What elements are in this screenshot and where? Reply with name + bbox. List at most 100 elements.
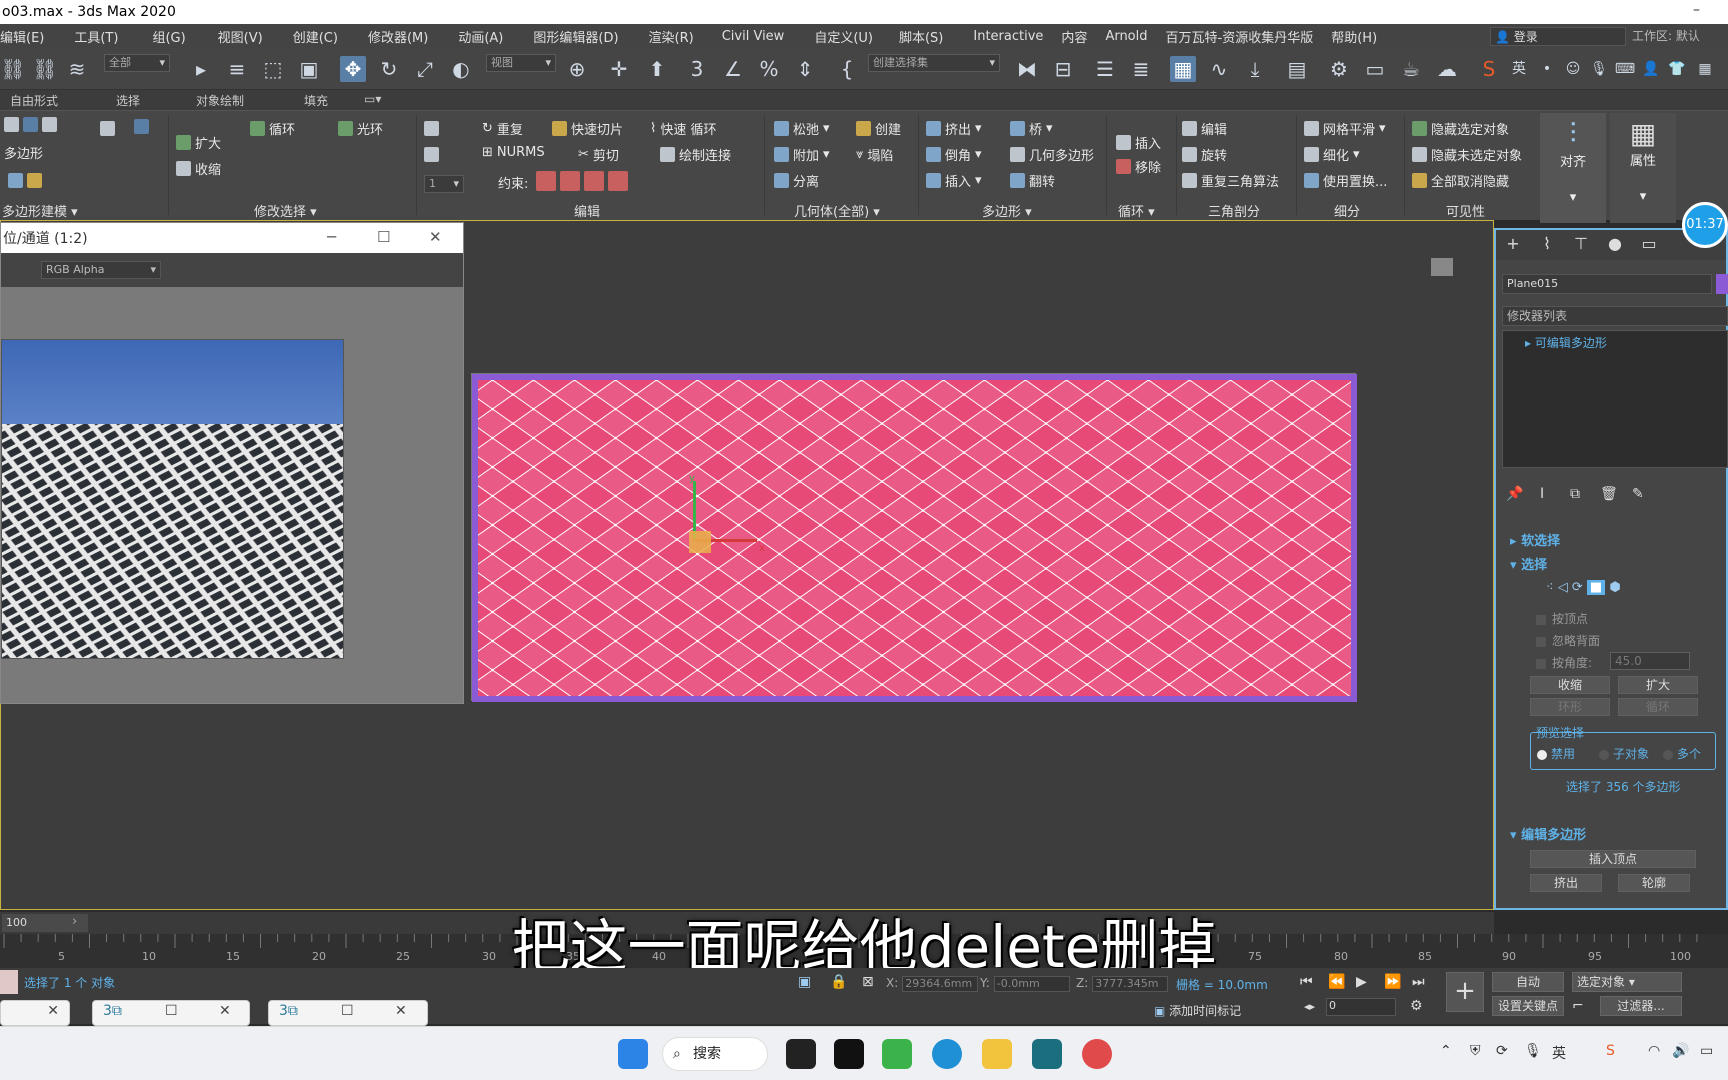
window-crossing-icon[interactable]: ▣ <box>296 56 322 82</box>
window-tab-c[interactable]: 3⧉ ☐ ✕ <box>268 1000 428 1026</box>
shrink-button[interactable]: 收缩 <box>1530 676 1610 694</box>
geopoly-button[interactable]: 几何多边形 <box>1010 145 1094 164</box>
hierarchy-tab-icon[interactable]: ⊤ <box>1568 234 1594 256</box>
tray-mic-icon[interactable]: 🎙 <box>1524 1043 1542 1059</box>
retriangulate-button[interactable]: 重复三角算法 <box>1182 171 1279 190</box>
absolute-mode-icon[interactable]: ⊠ <box>862 974 874 990</box>
meshsmooth-button[interactable]: 网格平滑 ▾ <box>1304 119 1386 138</box>
outline-button[interactable]: 轮廓 <box>1618 874 1690 892</box>
scene-explorer-icon[interactable]: ☰ <box>1092 56 1118 82</box>
modify-tab-icon[interactable]: ⌇ <box>1534 234 1560 256</box>
menu-modifiers[interactable]: 修改器(M) <box>368 27 440 46</box>
poly-sublevel-icon[interactable] <box>8 173 42 188</box>
menu-tools[interactable]: 工具(T) <box>74 27 130 46</box>
window-tab-b[interactable]: 3⧉ ☐ ✕ <box>92 1000 250 1026</box>
ribbon-options-icon[interactable]: ▭▾ <box>364 92 381 106</box>
tab-populate[interactable]: 填充 <box>304 92 328 109</box>
render-iterative-icon[interactable]: ☁ <box>1434 56 1460 82</box>
group-geometry-all[interactable]: 几何体(全部) ▾ <box>794 201 880 220</box>
pin-stack-icon[interactable]: 📌 <box>1506 486 1523 502</box>
preview-subobject-radio[interactable]: 子对象 <box>1599 745 1649 762</box>
select-move-icon[interactable]: ✥ <box>340 56 366 82</box>
relax-button[interactable]: 松弛 ▾ <box>774 119 830 138</box>
cut-button[interactable]: ✂ 剪切 <box>578 145 619 164</box>
edit-icon-b[interactable] <box>424 147 439 162</box>
auto-key-button[interactable]: 自动 <box>1492 972 1564 992</box>
set-key-button[interactable]: 设置关键点 <box>1492 996 1564 1016</box>
remove-modifier-icon[interactable]: 🗑 <box>1600 486 1618 502</box>
pivot-center-icon[interactable]: ⊕ <box>564 56 590 82</box>
link-icon[interactable]: ⛓ <box>0 56 26 82</box>
nurms-button[interactable]: ⊞ NURMS <box>482 145 545 160</box>
dope-sheet-icon[interactable]: ⤓ <box>1242 56 1268 82</box>
edit-icon-a[interactable] <box>424 121 439 136</box>
windows-start-icon[interactable] <box>618 1039 648 1069</box>
viewcube-icon[interactable] <box>1431 258 1453 276</box>
current-frame-field[interactable]: 0 <box>1326 998 1396 1016</box>
edit-named-selection-icon[interactable]: { <box>834 56 860 82</box>
insert-vertex-button[interactable]: 插入顶点 <box>1530 850 1696 868</box>
menu-plugin[interactable]: 百万瓦特-资源收集丹华版 <box>1166 27 1326 46</box>
vertex-mode-icon[interactable] <box>4 117 57 132</box>
time-slider[interactable]: 100 › <box>0 912 1494 934</box>
tray-ime-icon[interactable]: 英 <box>1552 1043 1566 1063</box>
properties-panel-button[interactable]: ▦ 属性 ▾ <box>1610 113 1676 223</box>
align-icon[interactable]: ⊟ <box>1050 56 1076 82</box>
inset-button[interactable]: 插入 ▾ <box>926 171 982 190</box>
z-coordinate[interactable]: Z: 3777.345m <box>1076 976 1169 992</box>
paint-connect-button[interactable]: 绘制连接 <box>660 145 731 164</box>
ime-shirt-icon[interactable]: 👕 <box>1664 56 1690 82</box>
percent-snap-icon[interactable]: % <box>756 56 782 82</box>
prev-frame-icon[interactable]: ⏪ <box>1328 974 1345 990</box>
tab-freeform[interactable]: 自由形式 <box>10 92 58 109</box>
loop-button[interactable]: 循环 <box>1618 698 1698 716</box>
unlink-icon[interactable]: ⛓ <box>32 56 58 82</box>
login-dropdown[interactable]: 👤 登录 <box>1490 27 1626 46</box>
object-color-swatch[interactable] <box>1716 274 1728 294</box>
minimize-icon[interactable]: ─ <box>327 228 336 246</box>
soft-selection-rollout[interactable]: ▸ 软选择 <box>1510 530 1560 549</box>
next-frame-icon[interactable]: ⏩ <box>1384 974 1401 990</box>
snaps-toggle-icon[interactable]: 3 <box>684 56 710 82</box>
task-view-icon[interactable] <box>786 1039 816 1069</box>
key-filters-icon[interactable]: ⌐ <box>1572 998 1584 1014</box>
selection-rollout[interactable]: ▾ 选择 <box>1510 554 1547 573</box>
angle-snap-icon[interactable]: ∠ <box>720 56 746 82</box>
ribbon-toggle-icon[interactable]: ▦ <box>1170 56 1196 82</box>
extrude-button[interactable]: 挤出 <box>1530 874 1602 892</box>
reference-coord-dropdown[interactable]: 视图 <box>486 54 556 72</box>
named-selection-sets[interactable]: 创建选择集 <box>868 54 1000 72</box>
reference-window-title-bar[interactable]: 位/通道 (1:2) ─ ☐ ✕ <box>1 223 463 253</box>
select-manipulate-icon[interactable]: ✛ <box>606 56 632 82</box>
close-icon[interactable]: ✕ <box>429 228 442 246</box>
flip-button[interactable]: 翻转 <box>1010 171 1055 190</box>
3dsmax-icon[interactable] <box>1032 1039 1062 1069</box>
detach-button[interactable]: 分离 <box>774 171 819 190</box>
attach-button[interactable]: 附加 ▾ <box>774 145 830 164</box>
tray-wifi-icon[interactable]: ◠ <box>1648 1043 1660 1059</box>
configure-modifier-sets-icon[interactable]: ✎ <box>1632 486 1644 502</box>
rect-selection-icon[interactable]: ⬚ <box>260 56 286 82</box>
hide-selected-button[interactable]: 隐藏选定对象 <box>1412 119 1509 138</box>
group-polygons[interactable]: 多边形 ▾ <box>982 201 1032 220</box>
goto-start-icon[interactable]: ⏮ <box>1300 974 1313 990</box>
gizmo-center[interactable] <box>689 531 711 553</box>
object-name-field[interactable]: Plane015 <box>1502 274 1712 294</box>
menu-graph-editors[interactable]: 图形编辑器(D) <box>533 27 630 46</box>
selection-set-dropdown[interactable]: 选定对象 ▾ <box>1572 972 1682 992</box>
by-angle-checkbox[interactable]: 按角度: <box>1536 654 1592 671</box>
render-production-icon[interactable]: ☕ <box>1398 56 1424 82</box>
select-object-icon[interactable]: ▸ <box>188 56 214 82</box>
ignore-backfacing-checkbox[interactable]: 忽略背面 <box>1536 632 1600 649</box>
menu-create[interactable]: 创建(C) <box>293 27 350 46</box>
ime-voice-icon[interactable]: 🎙 <box>1586 56 1612 82</box>
modifier-stack[interactable]: ▸ 可编辑多边形 <box>1502 330 1728 468</box>
group-loops[interactable]: 循环 ▾ <box>1118 201 1155 220</box>
quickslice-button[interactable]: 快速切片 <box>552 119 623 138</box>
tri-edit-button[interactable]: 编辑 <box>1182 119 1227 138</box>
menu-civil-view[interactable]: Civil View <box>722 29 797 44</box>
y-coordinate[interactable]: Y: -0.0mm <box>980 976 1070 992</box>
display-tab-icon[interactable]: ▭ <box>1636 234 1662 256</box>
modifier-list-dropdown[interactable]: 修改器列表 <box>1502 306 1728 326</box>
make-unique-icon[interactable]: ⧉ <box>1570 486 1580 502</box>
